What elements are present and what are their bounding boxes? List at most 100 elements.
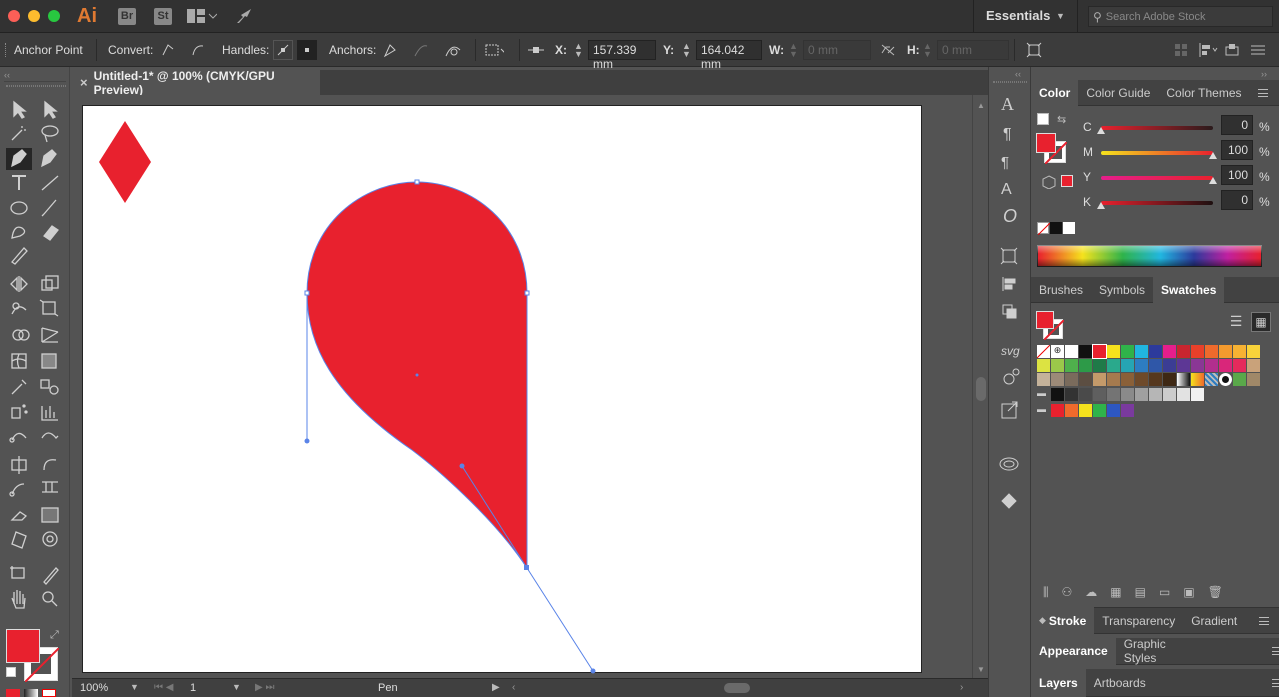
swatch[interactable] <box>1177 388 1190 401</box>
grid-view-icon[interactable]: ▦ <box>1251 312 1271 332</box>
document-tab[interactable]: × Untitled-1* @ 100% (CMYK/GPU Preview) <box>72 69 320 97</box>
swatch[interactable] <box>1065 345 1078 358</box>
swatch[interactable] <box>1219 345 1232 358</box>
tab-transparency[interactable]: Transparency <box>1094 607 1183 634</box>
swatch[interactable] <box>1233 345 1246 358</box>
chevron-down-icon[interactable]: ▼ <box>1056 11 1065 21</box>
collapse-panels-icon[interactable]: ›› <box>1261 69 1267 79</box>
channel-k-value[interactable]: 0 <box>1221 190 1253 210</box>
color-group-icon[interactable]: ▦ <box>1110 585 1121 599</box>
tab-stroke[interactable]: ◆ Stroke <box>1031 607 1095 634</box>
swatch[interactable] <box>1079 388 1092 401</box>
default-fill-stroke-icon[interactable] <box>1037 113 1049 125</box>
swatch[interactable] <box>1135 345 1148 358</box>
channel-c-thumb[interactable] <box>1097 127 1105 134</box>
workspace-switcher[interactable]: Essentials <box>986 8 1050 23</box>
channel-m-value[interactable]: 100 <box>1221 140 1253 160</box>
vertical-scrollbar[interactable]: ▲ ▼ <box>972 95 988 678</box>
convert-to-corner-icon[interactable] <box>158 40 178 60</box>
swatch[interactable] <box>1149 388 1162 401</box>
artboard-number[interactable]: 1 <box>190 682 196 694</box>
swatch[interactable] <box>1079 404 1092 417</box>
zoom-window-button[interactable] <box>48 10 60 22</box>
hide-handles-icon[interactable] <box>297 40 317 60</box>
channel-k-track[interactable] <box>1101 201 1213 205</box>
new-swatch-icon[interactable]: ▣ <box>1183 585 1194 599</box>
color-panel-menu-icon[interactable] <box>1257 88 1268 97</box>
swatch[interactable]: ⊕ <box>1051 345 1064 358</box>
fill-swatch-front[interactable] <box>6 629 40 663</box>
swatch[interactable] <box>1051 373 1064 386</box>
gradient-mode-icon[interactable] <box>24 689 38 697</box>
swatch[interactable] <box>1051 404 1064 417</box>
tab-layers[interactable]: Layers <box>1031 668 1086 697</box>
swatch-libraries-icon[interactable]: ⫼ <box>1043 585 1049 600</box>
select-similar-icon[interactable] <box>484 40 504 60</box>
new-color-group-icon[interactable]: ▭ <box>1159 585 1170 599</box>
swatch[interactable] <box>1107 345 1120 358</box>
channel-c-track[interactable] <box>1101 126 1213 130</box>
first-artboard-icon[interactable]: ⏮ ◀ <box>154 682 173 693</box>
color-mode-icon[interactable] <box>6 689 20 697</box>
close-window-button[interactable] <box>8 10 20 22</box>
channel-y-track[interactable] <box>1101 176 1213 180</box>
tab-artboards[interactable]: Artboards <box>1086 669 1154 697</box>
swatch[interactable] <box>1219 373 1232 386</box>
swatch[interactable] <box>1037 345 1050 358</box>
close-document-icon[interactable]: × <box>80 75 88 90</box>
swatch[interactable] <box>1107 388 1120 401</box>
isolate-icon[interactable] <box>1222 40 1242 60</box>
collapse-toolbar-icon[interactable]: ‹‹ <box>4 70 10 80</box>
swatch-options-icon[interactable]: ▤ <box>1135 585 1146 599</box>
swatch[interactable] <box>1233 373 1246 386</box>
white-swatch[interactable] <box>1063 222 1075 234</box>
swatch[interactable] <box>1121 388 1134 401</box>
none-color-swatch[interactable] <box>1037 222 1050 235</box>
tab-color-themes[interactable]: Color Themes <box>1158 80 1249 106</box>
swatch[interactable] <box>1149 359 1162 372</box>
swatch[interactable] <box>1121 345 1134 358</box>
swatch[interactable] <box>1065 388 1078 401</box>
remove-anchor-icon[interactable] <box>380 40 400 60</box>
tab-color-guide[interactable]: Color Guide <box>1078 80 1158 106</box>
swatch[interactable] <box>1205 345 1218 358</box>
swatch[interactable] <box>1051 359 1064 372</box>
connect-anchors-icon[interactable] <box>411 40 431 60</box>
align-left-icon[interactable] <box>1198 40 1218 60</box>
swatch[interactable] <box>1079 373 1092 386</box>
zoom-level[interactable]: 100% <box>80 682 108 694</box>
y-field[interactable]: 164.042 mm <box>696 40 762 71</box>
minimize-window-button[interactable] <box>28 10 40 22</box>
swatch[interactable] <box>1191 345 1204 358</box>
swatch[interactable] <box>1233 359 1246 372</box>
cut-path-icon[interactable] <box>443 40 463 60</box>
swatch-selected[interactable] <box>1092 344 1107 359</box>
channel-y-thumb[interactable] <box>1209 177 1217 184</box>
swatch[interactable] <box>1093 404 1106 417</box>
tab-appearance[interactable]: Appearance <box>1031 637 1116 665</box>
artboard-dropdown-icon[interactable]: ▼ <box>232 682 241 692</box>
swap-icon[interactable]: ⇆ <box>1057 113 1066 126</box>
folder-icon[interactable]: ▬ <box>1037 388 1050 401</box>
swatch[interactable] <box>1093 388 1106 401</box>
scroll-thumb[interactable] <box>976 377 986 401</box>
control-menu-icon[interactable] <box>1248 40 1268 60</box>
channel-m-thumb[interactable] <box>1209 152 1217 159</box>
layers-menu-icon[interactable] <box>1271 678 1279 687</box>
swatch[interactable] <box>1205 373 1218 386</box>
stock-button[interactable]: St <box>154 8 172 25</box>
swatch[interactable] <box>1247 359 1260 372</box>
canvas-area[interactable] <box>72 95 972 678</box>
folder-icon[interactable]: ▬ <box>1037 404 1050 417</box>
swap-fill-stroke-icon[interactable]: ⤢ <box>50 629 59 642</box>
swatch[interactable] <box>1247 373 1260 386</box>
swatch[interactable] <box>1121 404 1134 417</box>
last-artboard-icon[interactable]: ▶ ⏭ <box>255 682 274 693</box>
swatch-kind-icon[interactable]: ⚇ <box>1062 585 1073 599</box>
swatch[interactable] <box>1163 373 1176 386</box>
swatch[interactable] <box>1149 345 1162 358</box>
swatch[interactable] <box>1177 373 1190 386</box>
color-panel-fill[interactable] <box>1036 133 1056 153</box>
transform-icon[interactable] <box>1024 40 1044 60</box>
swatch[interactable] <box>1107 359 1120 372</box>
